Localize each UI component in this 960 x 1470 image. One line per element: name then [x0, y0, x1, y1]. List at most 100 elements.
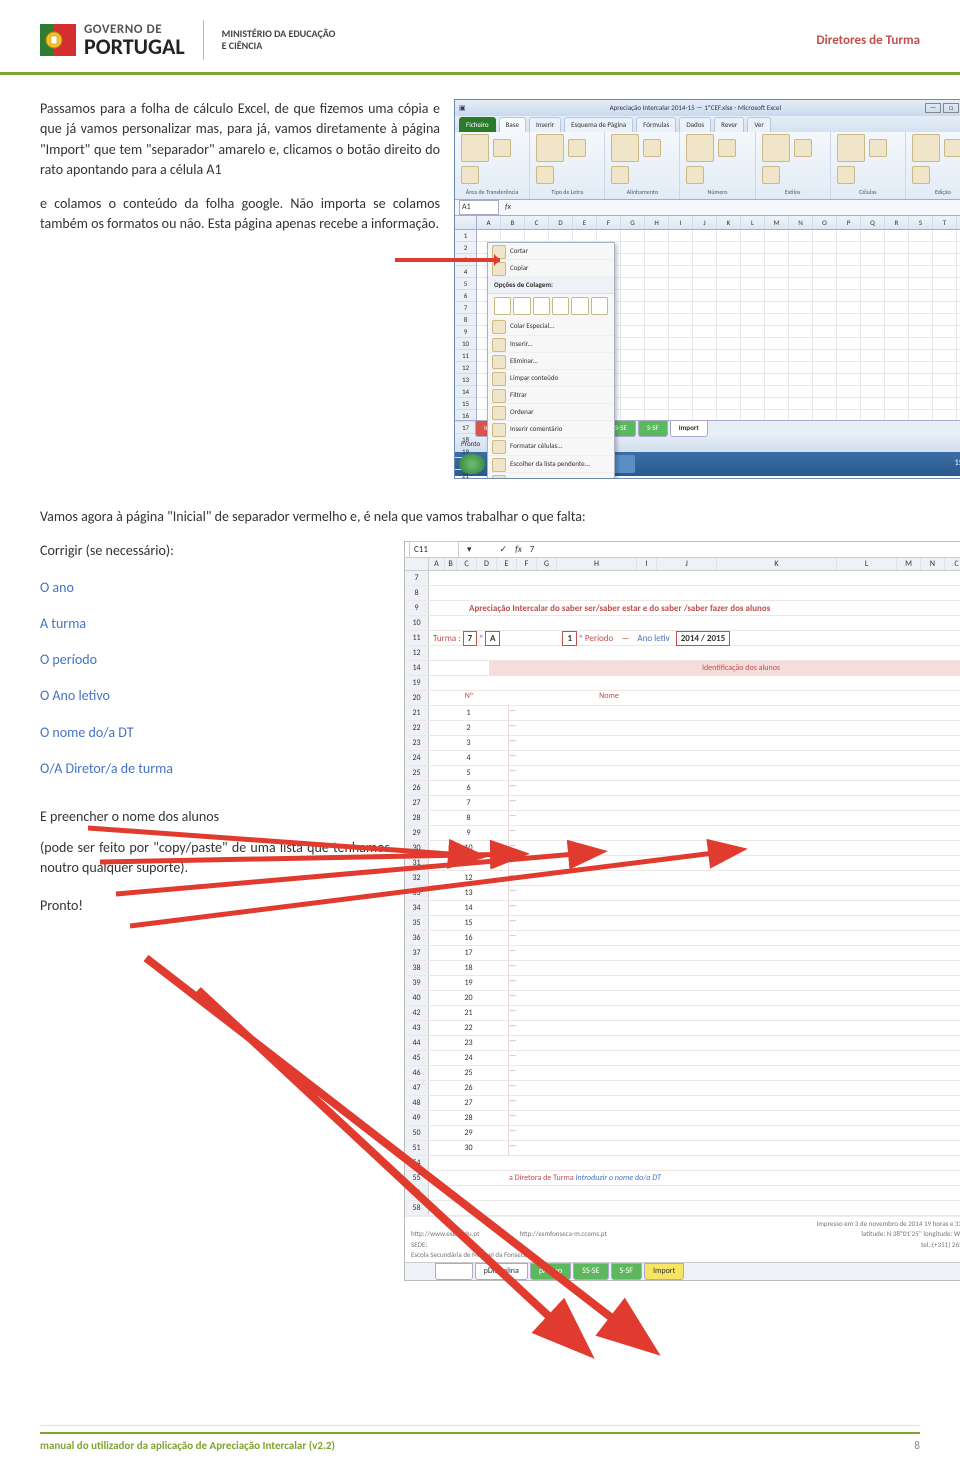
row-header[interactable]: 14 — [455, 386, 476, 398]
row-header[interactable]: 36 — [405, 931, 429, 945]
ribbon-icon[interactable] — [837, 134, 865, 162]
ribbon-icon[interactable] — [536, 134, 564, 162]
col-header[interactable]: E — [497, 558, 517, 570]
start-button[interactable] — [459, 454, 485, 474]
col-header[interactable]: C — [525, 216, 549, 229]
col-header[interactable]: G — [537, 558, 557, 570]
ctx-dropdown[interactable]: Escolher da lista pendente... — [488, 456, 614, 473]
ctx-paste-special[interactable]: Colar Especial... — [488, 318, 614, 335]
col-header[interactable]: C — [457, 558, 477, 570]
col-header[interactable]: I — [669, 216, 693, 229]
ctx-insert[interactable]: Inserir... — [488, 336, 614, 353]
col-header[interactable]: O — [813, 216, 837, 229]
col-header[interactable]: R — [885, 216, 909, 229]
sheet-tab[interactable]: Inicial — [435, 1263, 473, 1281]
ribbon-tab-ver[interactable]: Ver — [747, 117, 771, 132]
row-header[interactable]: 14 — [405, 661, 429, 675]
row-header[interactable]: 6 — [455, 290, 476, 302]
sheet-tab[interactable]: Import — [670, 420, 708, 436]
ctx-cut[interactable]: Cortar — [488, 243, 614, 260]
row-header[interactable]: 13 — [455, 374, 476, 386]
ribbon-tab-inserir[interactable]: Inserir — [529, 117, 561, 132]
ribbon-tab-rever[interactable]: Rever — [714, 117, 744, 132]
ribbon-icon[interactable] — [762, 166, 780, 184]
ctx-clear[interactable]: Limpar conteúdo — [488, 370, 614, 387]
turma-box[interactable]: A — [485, 631, 500, 646]
col-header[interactable]: N — [789, 216, 813, 229]
row-header[interactable]: 28 — [405, 811, 429, 825]
row-header[interactable]: 29 — [405, 826, 429, 840]
row-header[interactable]: 12 — [405, 646, 429, 660]
col-header[interactable]: G — [621, 216, 645, 229]
periodo-box[interactable]: 1 — [562, 631, 577, 646]
ribbon-icon[interactable] — [611, 134, 639, 162]
spreadsheet-grid[interactable]: Cortar Copiar Opções de Colagem: — [477, 230, 960, 420]
row-header[interactable]: 1 — [455, 230, 476, 242]
col-header[interactable]: D — [549, 216, 573, 229]
col-header[interactable]: F — [597, 216, 621, 229]
ribbon-icon[interactable] — [686, 134, 714, 162]
row-header[interactable]: 37 — [405, 946, 429, 960]
ctx-filter[interactable]: Filtrar — [488, 387, 614, 404]
name-box[interactable]: A1 — [459, 200, 499, 216]
row-header[interactable]: 9 — [455, 326, 476, 338]
row-header[interactable]: 44 — [405, 1036, 429, 1050]
row-header[interactable]: 51 — [405, 1141, 429, 1155]
context-menu[interactable]: Cortar Copiar Opções de Colagem: — [487, 242, 615, 479]
name-box-2[interactable]: C11 — [409, 541, 459, 558]
ribbon-tab-esquema de página[interactable]: Esquema de Página — [564, 117, 633, 132]
row-header[interactable]: 39 — [405, 976, 429, 990]
col-header[interactable]: N — [921, 558, 945, 570]
col-header[interactable]: A — [477, 216, 501, 229]
ribbon-icon[interactable] — [461, 166, 479, 184]
col-header[interactable]: I — [637, 558, 657, 570]
row-header[interactable]: 10 — [405, 616, 429, 630]
row-header[interactable]: 54 — [405, 1156, 429, 1170]
minimize-button[interactable]: — — [925, 103, 941, 113]
col-header[interactable]: E — [573, 216, 597, 229]
row-header[interactable]: 27 — [405, 796, 429, 810]
paste-opt-4[interactable] — [552, 297, 569, 315]
ribbon-tab-dados[interactable]: Dados — [679, 117, 711, 132]
ctx-sort[interactable]: Ordenar — [488, 404, 614, 421]
col-header[interactable]: L — [837, 558, 897, 570]
col-header[interactable]: A — [429, 558, 445, 570]
ribbon-icon[interactable] — [718, 139, 736, 157]
ribbon-tab-ficheiro[interactable]: Ficheiro — [459, 117, 496, 132]
row-header[interactable]: 47 — [405, 1081, 429, 1095]
ribbon-icon[interactable] — [944, 139, 960, 157]
row-header[interactable]: 5 — [455, 278, 476, 290]
sheet-tab[interactable]: pDisciplina — [475, 1263, 528, 1281]
row-header[interactable]: 23 — [405, 736, 429, 750]
ribbon-icon[interactable] — [912, 134, 940, 162]
row-header[interactable]: 15 — [455, 398, 476, 410]
col-header[interactable]: H — [645, 216, 669, 229]
ribbon-icon[interactable] — [837, 166, 855, 184]
row-header[interactable]: 26 — [405, 781, 429, 795]
row-header[interactable]: 7 — [455, 302, 476, 314]
col-header[interactable]: J — [693, 216, 717, 229]
col-header[interactable]: M — [897, 558, 921, 570]
ctx-delete[interactable]: Eliminar... — [488, 353, 614, 370]
col-header[interactable]: L — [741, 216, 765, 229]
sheet-tab[interactable]: Import — [644, 1263, 684, 1281]
paste-opt-6[interactable] — [591, 297, 608, 315]
row-header[interactable]: 11 — [455, 350, 476, 362]
col-header[interactable]: B — [445, 558, 457, 570]
row-header[interactable]: 55 — [405, 1171, 429, 1185]
col-header[interactable]: D — [477, 558, 497, 570]
row-header[interactable]: 38 — [405, 961, 429, 975]
row-header[interactable]: 24 — [405, 751, 429, 765]
col-header[interactable]: B — [501, 216, 525, 229]
paste-opt-1[interactable] — [494, 297, 511, 315]
ribbon-icon[interactable] — [643, 139, 661, 157]
row-header[interactable]: 25 — [405, 766, 429, 780]
sheet-tab[interactable]: S-SF — [611, 1263, 642, 1281]
ribbon-icon[interactable] — [461, 134, 489, 162]
row-header[interactable]: 9 — [405, 601, 429, 615]
ctx-copy[interactable]: Copiar — [488, 260, 614, 277]
row-header[interactable]: 43 — [405, 1021, 429, 1035]
sheet-tab[interactable]: pAluno — [530, 1263, 571, 1281]
paste-opt-3[interactable] — [533, 297, 550, 315]
row-header[interactable]: 35 — [405, 916, 429, 930]
